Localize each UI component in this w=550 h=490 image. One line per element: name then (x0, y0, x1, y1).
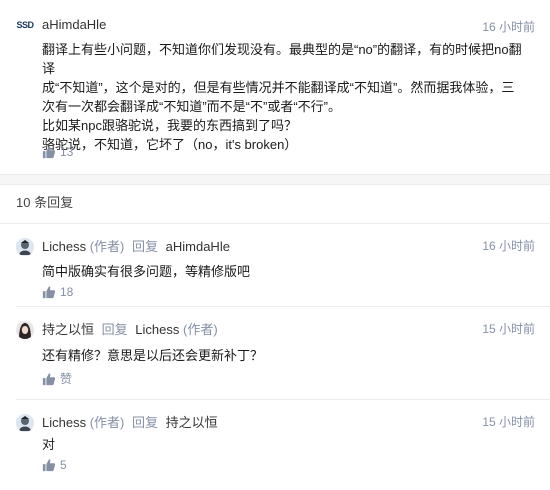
reply-text: 对 (42, 437, 56, 452)
reply-verb: 回复 (101, 322, 128, 337)
reply-meta: Lichess (作者) 回复 持之以恒 (42, 412, 218, 431)
avatar[interactable] (16, 238, 34, 256)
reply-verb: 回复 (132, 415, 159, 430)
reply-verb: 回复 (132, 239, 159, 254)
reply-text: 简中版确实有很多问题，等精修版吧 (42, 264, 251, 279)
thumbs-up-icon (42, 372, 56, 385)
thumbs-up-icon (42, 286, 56, 299)
reply-target[interactable]: Lichess (135, 322, 179, 337)
avatar[interactable]: SSD (16, 18, 34, 32)
author-tag: (作者) (89, 239, 125, 254)
comment-body: 翻译上有些小问题，不知道你们发现没有。最典型的是“no”的翻译，有的时候把no翻… (42, 42, 522, 152)
reply-text: 还有精修？意思是以后还会更新补丁？ (42, 348, 264, 363)
reply-meta: Lichess (作者) 回复 aHimdaHle (42, 236, 230, 255)
reply-author[interactable]: 持之以恒 (42, 322, 94, 337)
avatar-image (16, 414, 34, 432)
reply-author[interactable]: Lichess (42, 415, 86, 430)
reply-author[interactable]: Lichess (42, 239, 86, 254)
reply-target[interactable]: aHimdaHle (166, 239, 230, 254)
avatar[interactable] (16, 321, 34, 339)
avatar[interactable] (16, 414, 34, 432)
reply-item: 持之以恒 回复 Lichess (作者) 15 小时前 还有精修？意思是以后还会… (0, 307, 550, 399)
like-count: 5 (60, 458, 67, 472)
reply-item: Lichess (作者) 回复 持之以恒 15 小时前 对 5 (0, 400, 550, 490)
like-button[interactable]: 13 (42, 145, 73, 159)
comment-author[interactable]: aHimdaHle (42, 17, 106, 32)
avatar-image (16, 238, 34, 256)
reply-time: 15 小时前 (482, 322, 535, 336)
reply-meta: 持之以恒 回复 Lichess (作者) (42, 319, 218, 338)
thumbs-up-icon (42, 146, 56, 159)
avatar-logo: SSD (16, 20, 34, 30)
author-tag: (作者) (89, 415, 125, 430)
reply-time: 15 小时前 (482, 415, 535, 429)
like-count: 13 (60, 145, 74, 159)
like-count: 18 (60, 285, 74, 299)
reply-target[interactable]: 持之以恒 (166, 415, 218, 430)
reply-time: 16 小时前 (482, 239, 535, 253)
target-tag: (作者) (182, 322, 218, 337)
replies-count: 10 条回复 (0, 185, 550, 224)
avatar-image (16, 321, 34, 339)
like-button[interactable]: 18 (42, 285, 73, 299)
like-button[interactable]: 赞 (42, 370, 72, 387)
main-comment: SSD aHimdaHle 16 小时前 翻译上有些小问题，不知道你们发现没有。… (0, 0, 550, 174)
like-button[interactable]: 5 (42, 458, 67, 472)
thumbs-up-icon (42, 459, 56, 472)
section-divider (0, 174, 550, 185)
like-label: 赞 (60, 372, 73, 386)
comment-time: 16 小时前 (482, 20, 535, 34)
reply-item: Lichess (作者) 回复 aHimdaHle 16 小时前 简中版确实有很… (0, 224, 550, 306)
